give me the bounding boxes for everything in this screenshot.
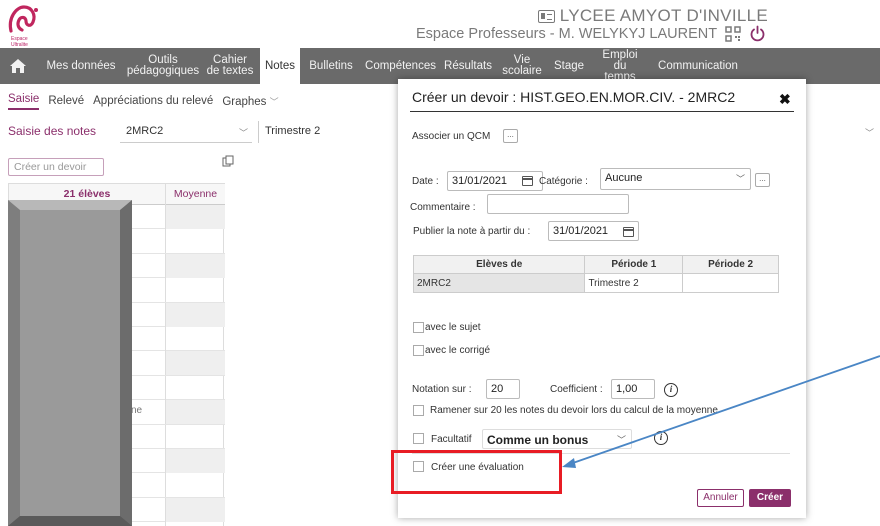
copy-icon[interactable] [222,155,234,167]
table-row[interactable]: 2MRC2 Trimestre 2 [412,273,779,293]
optional-value: Comme un bonus [487,433,589,447]
title-divider [410,111,794,112]
with-subject-label: avec le sujet [425,322,481,333]
comment-label: Commentaire : [410,202,476,213]
column-header: Période 2 [682,255,779,274]
nav-outils-pedagogiques[interactable]: Outils pédagogiques [126,48,200,84]
with-correction-checkbox[interactable] [413,345,424,356]
school-title: LYCEE AMYOT D'INVILLE [0,6,880,26]
publish-label: Publier la note à partir du : [413,226,531,237]
home-button[interactable] [0,48,36,84]
home-icon [10,59,26,73]
category-select[interactable]: Aucune ﹀ [600,168,751,190]
date-value: 31/01/2021 [452,175,508,187]
id-card-icon [537,9,555,23]
optional-label: Facultatif [431,434,472,445]
table-cell[interactable] [682,273,779,293]
calendar-icon[interactable] [522,176,533,186]
bring-back-checkbox[interactable] [413,405,424,416]
space-label: Espace Professeurs - M. WELYKYJ LAURENT [416,25,718,42]
chevron-down-icon: ﹀ [735,174,745,184]
notation-value: 20 [491,383,504,395]
highlight-box [391,450,562,494]
with-subject-checkbox[interactable] [413,322,424,333]
table-cell[interactable]: Trimestre 2 [584,273,684,293]
tab-graphes-label: Graphes [222,95,267,108]
with-correction-label: avec le corrigé [425,345,491,356]
page-title: Saisie des notes [8,124,97,138]
space-title: Espace Professeurs - M. WELYKYJ LAURENT [416,25,766,42]
nav-notes[interactable]: Notes [260,48,300,84]
logo-text: Espace Ultralite [11,36,28,48]
calendar-icon[interactable] [623,227,634,237]
date-label: Date : [412,176,439,187]
period-select-value: Trimestre 2 [265,125,321,137]
cancel-button[interactable]: Annuler [697,489,744,507]
chevron-down-icon: ﹀ [238,128,248,138]
comment-field[interactable] [487,194,629,214]
row-text: ne [131,405,143,417]
tab-saisie[interactable]: Saisie [8,93,40,110]
average-column-header[interactable]: Moyenne [165,184,225,206]
notation-label: Notation sur : [412,384,472,395]
qr-code-icon[interactable] [725,25,741,42]
nav-mes-donnees[interactable]: Mes données [36,48,126,84]
coefficient-label: Coefficient : [550,384,603,395]
coefficient-value: 1,00 [616,383,638,395]
tab-appreciations[interactable]: Appréciations du relevé [93,95,213,107]
qcm-label: Associer un QCM [412,131,491,142]
class-select-value: 2MRC2 [126,125,164,137]
tab-releve[interactable]: Relevé [48,95,84,107]
info-icon[interactable]: i [664,383,678,397]
column-header: Période 1 [584,255,684,274]
create-button[interactable]: Créer [749,489,791,507]
category-value: Aucune [605,172,643,184]
category-label: Catégorie : [539,176,588,187]
bring-back-label: Ramener sur 20 les notes du devoir lors … [430,405,718,416]
table-cell: 2MRC2 [412,273,586,293]
publish-date-value: 31/01/2021 [553,225,609,237]
school-name: LYCEE AMYOT D'INVILLE [559,6,768,25]
info-icon[interactable]: i [654,431,668,445]
close-icon[interactable]: ✖ [779,91,791,108]
create-assignment-input[interactable]: Créer un devoir [8,158,104,176]
nav-bulletins[interactable]: Bulletins [300,48,362,84]
students-column-header[interactable]: 21 élèves [9,188,165,200]
column-header: Elèves de [412,255,586,274]
chevron-down-icon: ﹀ [616,435,626,445]
chevron-down-icon[interactable]: ﹀ [865,126,874,139]
tab-graphes[interactable]: Graphes ﹀ [222,95,278,108]
class-select[interactable]: 2MRC2 ﹀ [120,121,252,143]
power-icon[interactable] [749,25,766,42]
header: Espace Ultralite LYCEE AMYOT D'INVILLE E… [0,0,880,48]
category-more-button[interactable]: ... [755,173,770,187]
notation-field[interactable]: 20 [486,379,520,399]
dialog-title: Créer un devoir : HIST.GEO.EN.MOR.CIV. -… [412,89,736,105]
optional-select[interactable]: Comme un bonus ﹀ [482,429,632,449]
qcm-more-button[interactable]: ... [503,129,518,143]
period-select[interactable]: Trimestre 2 [258,121,398,143]
chevron-down-icon: ﹀ [269,96,279,107]
coefficient-field[interactable]: 1,00 [611,379,655,399]
redaction-block [8,200,132,526]
periods-table: Elèves de Période 1 Période 2 2MRC2 Trim… [412,255,779,293]
sub-nav: Saisie Relevé Appréciations du relevé Gr… [0,86,279,116]
optional-checkbox[interactable] [413,433,424,444]
nav-cahier-de-textes[interactable]: Cahier de textes [200,48,260,84]
